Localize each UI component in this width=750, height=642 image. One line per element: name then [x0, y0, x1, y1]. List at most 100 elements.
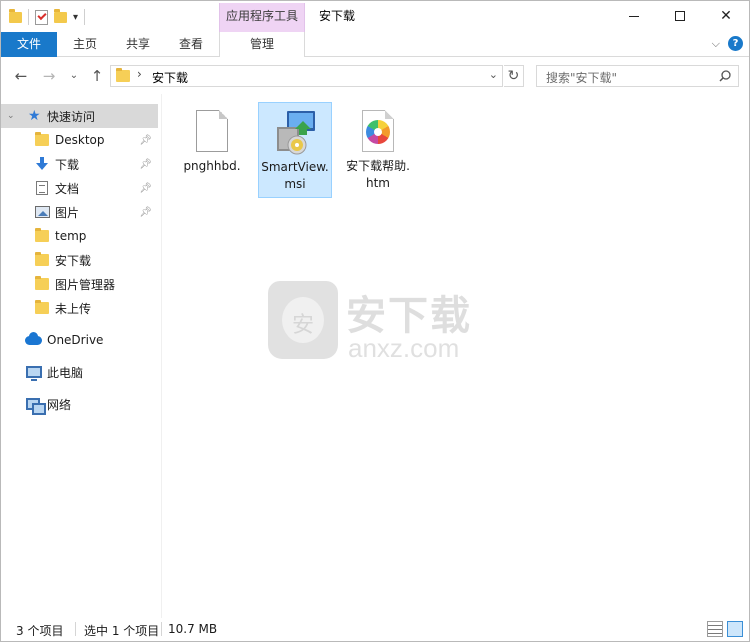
- divider: [28, 9, 29, 25]
- customize-toolbar-icon[interactable]: ▾: [73, 12, 78, 23]
- context-tab-header: 应用程序工具: [219, 3, 305, 32]
- sidebar-item-network[interactable]: 网络: [1, 392, 158, 416]
- star-icon: ★: [28, 108, 41, 124]
- file-name: 安下载帮助.htm: [346, 159, 410, 190]
- breadcrumb[interactable]: 安下载: [152, 69, 188, 86]
- sidebar-item-onedrive[interactable]: OneDrive: [1, 328, 158, 352]
- large-icons-view-button[interactable]: [727, 621, 743, 637]
- properties-icon[interactable]: [35, 9, 48, 25]
- pin-icon: 📌︎: [139, 134, 152, 146]
- sidebar-item-desktop[interactable]: Desktop 📌︎: [1, 128, 158, 152]
- chevron-right-icon[interactable]: ›: [137, 67, 142, 81]
- tab-view[interactable]: 查看: [177, 32, 205, 57]
- file-item[interactable]: 安下载帮助.htm: [341, 102, 415, 196]
- folder-icon: [35, 132, 49, 146]
- expand-ribbon-icon[interactable]: ⌵: [712, 37, 720, 51]
- tab-manage[interactable]: 管理: [219, 32, 305, 57]
- file-name: pnghhbd.: [183, 159, 241, 173]
- installer-icon: [277, 111, 315, 155]
- sidebar-item-this-pc[interactable]: 此电脑: [1, 360, 158, 384]
- maximize-icon: [675, 11, 685, 21]
- maximize-button[interactable]: [657, 1, 703, 31]
- up-button[interactable]: ↑: [87, 66, 107, 86]
- document-icon: [36, 181, 48, 195]
- search-icon: [719, 70, 731, 82]
- tab-share[interactable]: 共享: [124, 32, 152, 57]
- sidebar-item-temp[interactable]: temp: [1, 224, 158, 248]
- sidebar-item-image-manager[interactable]: 图片管理器: [1, 272, 158, 296]
- selection-size: 10.7 MB: [168, 622, 218, 636]
- sidebar-item-label: 此电脑: [47, 365, 84, 380]
- quick-access-toolbar: ▾: [9, 7, 86, 27]
- help-icon[interactable]: ?: [728, 36, 743, 51]
- browser-logo-icon: [366, 120, 390, 144]
- download-icon: [35, 157, 49, 171]
- back-button[interactable]: ←: [11, 66, 31, 86]
- divider: [75, 622, 76, 636]
- divider: [84, 9, 86, 25]
- ribbon-controls: ⌵ ?: [712, 36, 743, 51]
- file-name: SmartView.msi: [261, 160, 329, 191]
- file-item-selected[interactable]: SmartView.msi: [258, 102, 332, 198]
- file-thumbnail: [188, 108, 236, 156]
- computer-icon: [26, 366, 42, 381]
- search-input[interactable]: 搜索"安下载": [536, 65, 739, 87]
- tab-home[interactable]: 主页: [71, 32, 99, 57]
- folder-icon: [35, 300, 49, 314]
- address-bar[interactable]: › 安下载 ⌄: [110, 65, 503, 87]
- sidebar-item-not-uploaded[interactable]: 未上传: [1, 296, 158, 320]
- search-placeholder: 搜索"安下载": [546, 71, 618, 85]
- close-button[interactable]: ✕: [703, 1, 749, 31]
- sidebar-item-downloads[interactable]: 下载 📌︎: [1, 152, 158, 176]
- navigation-pane: ⌄ ★ 快速访问 Desktop 📌︎ 下载 📌︎ 文档 📌︎ 图片 📌︎ te…: [1, 94, 161, 618]
- new-folder-icon[interactable]: [54, 8, 67, 23]
- pin-icon: 📌︎: [139, 206, 152, 218]
- minimize-button[interactable]: [611, 1, 657, 31]
- sidebar-item-documents[interactable]: 文档 📌︎: [1, 176, 158, 200]
- shield-icon: 安: [268, 281, 338, 359]
- divider: [161, 622, 162, 636]
- folder-icon: [116, 68, 130, 82]
- file-item[interactable]: pnghhbd.: [175, 102, 249, 179]
- sidebar-item-quick-access[interactable]: ⌄ ★ 快速访问: [1, 104, 158, 128]
- forward-button[interactable]: →: [39, 66, 59, 86]
- tab-file[interactable]: 文件: [1, 32, 57, 57]
- caption-buttons: ✕: [611, 1, 749, 31]
- recent-locations-icon[interactable]: ⌄: [64, 66, 84, 86]
- close-icon: ✕: [720, 8, 732, 24]
- picture-icon: [35, 206, 50, 218]
- watermark-shield-char: 安: [291, 313, 314, 338]
- title-bar: ▾ 应用程序工具 安下载 ✕: [1, 1, 749, 32]
- html-file-icon: [362, 110, 394, 152]
- sidebar-item-label: 下载: [55, 157, 80, 172]
- chevron-down-icon[interactable]: ⌄: [489, 68, 498, 81]
- sidebar-item-label: 图片: [55, 205, 80, 220]
- details-view-button[interactable]: [707, 621, 723, 637]
- folder-icon: [35, 252, 49, 266]
- item-count: 3 个项目: [16, 624, 64, 638]
- explorer-window: ▾ 应用程序工具 安下载 ✕ 文件 主页 共享 查看 管理 ⌵ ? ← → ⌄ …: [0, 0, 750, 642]
- file-thumbnail: [271, 109, 319, 157]
- sidebar-item-label: Desktop: [55, 133, 105, 147]
- sidebar-item-anxz[interactable]: 安下载: [1, 248, 158, 272]
- sidebar-item-pictures[interactable]: 图片 📌︎: [1, 200, 158, 224]
- folder-icon: [9, 8, 22, 23]
- status-bar: 3 个项目 选中 1 个项目 10.7 MB: [1, 618, 749, 641]
- blank-file-icon: [196, 110, 228, 152]
- pin-icon: 📌︎: [139, 158, 152, 170]
- watermark-logo: 安 安下载 anxz.com: [268, 281, 488, 363]
- sidebar-item-label: temp: [55, 229, 87, 243]
- refresh-button[interactable]: ↻: [504, 65, 524, 87]
- folder-icon: [35, 228, 49, 242]
- cloud-icon: [25, 331, 42, 345]
- minimize-icon: [629, 15, 639, 17]
- navigation-bar: ← → ⌄ ↑ › 安下载 ⌄ ↻ 搜索"安下载": [1, 58, 749, 94]
- view-switcher: [707, 621, 743, 637]
- window-title: 安下载: [319, 9, 356, 23]
- sidebar-item-label: 安下载: [55, 253, 92, 268]
- sidebar-item-label: 未上传: [55, 301, 92, 316]
- file-thumbnail: [354, 108, 402, 156]
- chevron-down-icon[interactable]: ⌄: [7, 111, 15, 121]
- folder-icon: [35, 276, 49, 290]
- sidebar-item-label: 网络: [47, 397, 72, 412]
